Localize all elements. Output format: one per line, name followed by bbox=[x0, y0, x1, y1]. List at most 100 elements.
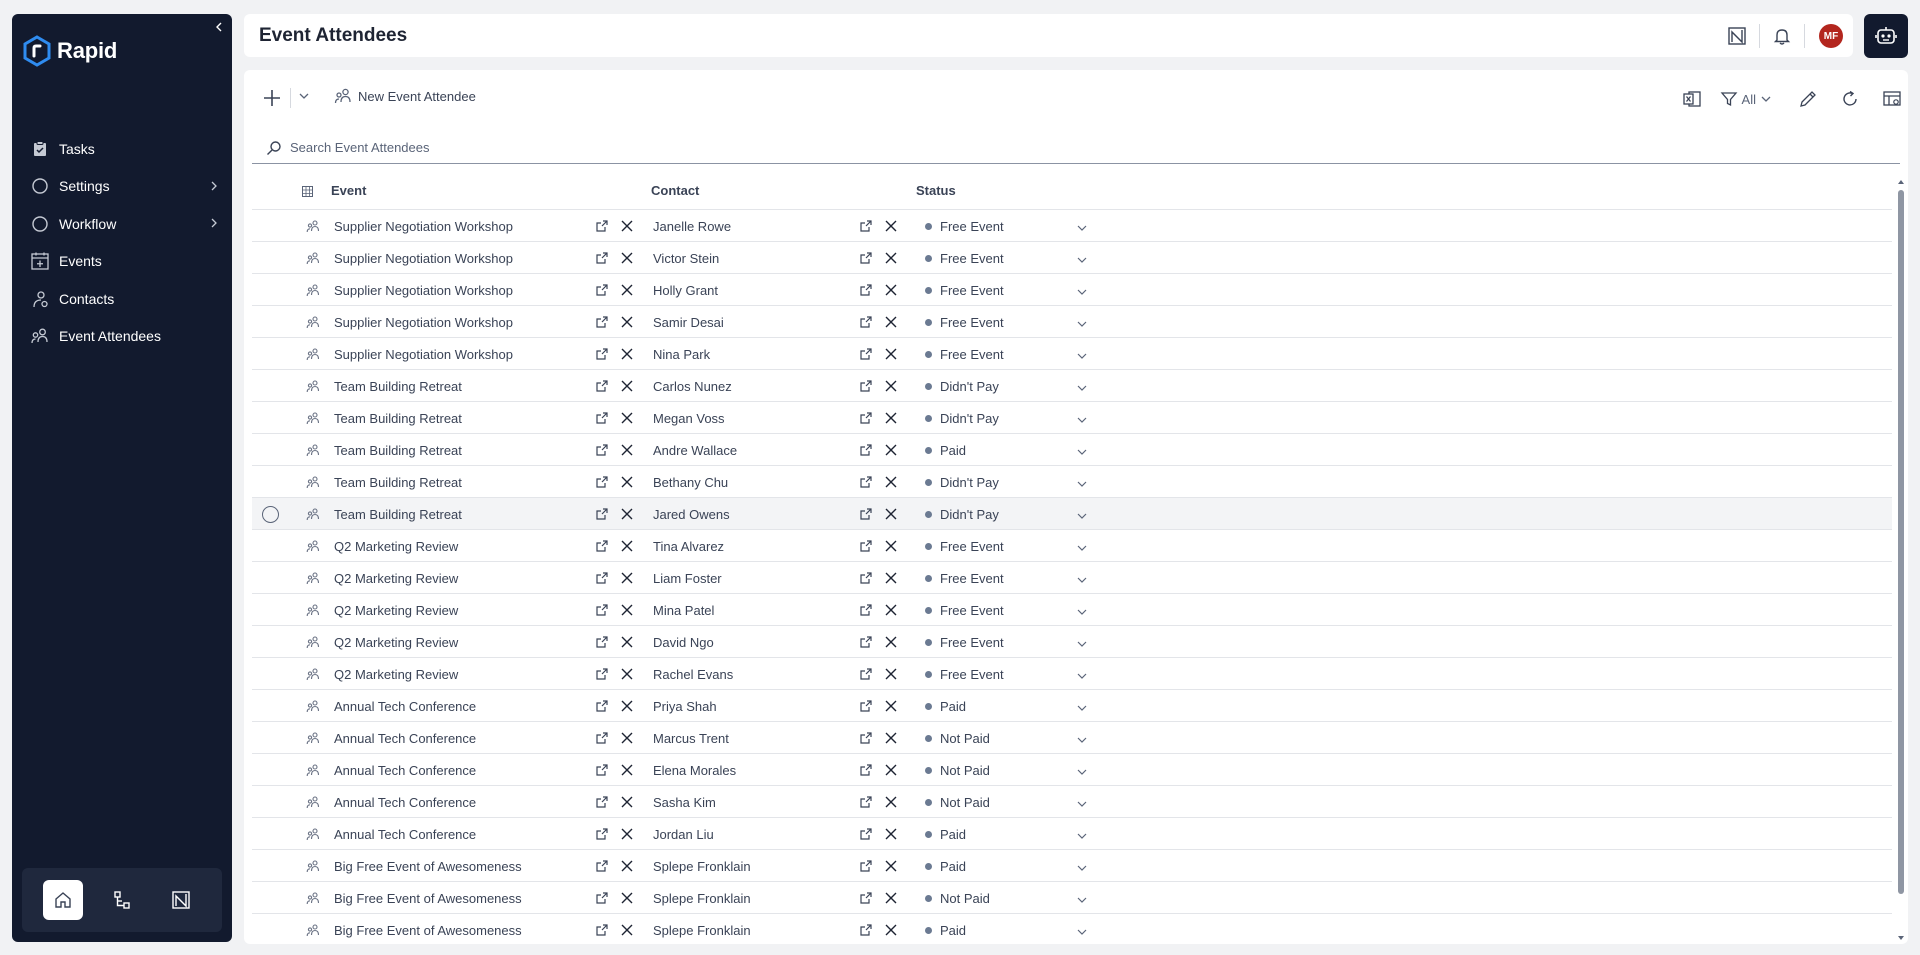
open-contact-icon[interactable] bbox=[858, 410, 874, 426]
open-contact-icon[interactable] bbox=[858, 858, 874, 874]
contact-link[interactable]: Splepe Fronklain bbox=[653, 891, 751, 906]
sidebar-item-tasks[interactable]: Tasks bbox=[12, 130, 232, 168]
clear-contact-icon[interactable] bbox=[883, 314, 899, 330]
table-row[interactable]: Annual Tech Conference Sasha Kim Not Paid bbox=[252, 786, 1892, 818]
clear-event-icon[interactable] bbox=[619, 698, 635, 714]
table-row[interactable]: Team Building Retreat Bethany Chu Didn't P… bbox=[252, 466, 1892, 498]
clear-contact-icon[interactable] bbox=[883, 282, 899, 298]
open-event-icon[interactable] bbox=[594, 858, 610, 874]
open-contact-icon[interactable] bbox=[858, 666, 874, 682]
clear-contact-icon[interactable] bbox=[883, 890, 899, 906]
clear-event-icon[interactable] bbox=[619, 602, 635, 618]
clear-event-icon[interactable] bbox=[619, 890, 635, 906]
clear-event-icon[interactable] bbox=[619, 794, 635, 810]
table-row[interactable]: Supplier Negotiation Workshop Victor Stei… bbox=[252, 242, 1892, 274]
clear-event-icon[interactable] bbox=[619, 282, 635, 298]
open-contact-icon[interactable] bbox=[858, 890, 874, 906]
open-event-icon[interactable] bbox=[594, 378, 610, 394]
clear-contact-icon[interactable] bbox=[883, 826, 899, 842]
open-event-icon[interactable] bbox=[594, 922, 610, 938]
open-contact-icon[interactable] bbox=[858, 602, 874, 618]
clear-event-icon[interactable] bbox=[619, 570, 635, 586]
clear-contact-icon[interactable] bbox=[883, 506, 899, 522]
open-event-icon[interactable] bbox=[594, 314, 610, 330]
table-row[interactable]: Supplier Negotiation Workshop Janelle Row… bbox=[252, 210, 1892, 242]
contact-link[interactable]: Andre Wallace bbox=[653, 443, 737, 458]
clear-contact-icon[interactable] bbox=[883, 250, 899, 266]
clear-event-icon[interactable] bbox=[619, 410, 635, 426]
app-logo[interactable]: Rapid bbox=[22, 35, 117, 67]
status-select[interactable]: Paid bbox=[922, 824, 1092, 844]
event-link[interactable]: Annual Tech Conference bbox=[334, 699, 476, 714]
filter-dropdown[interactable]: All bbox=[1720, 85, 1772, 113]
column-header-contact[interactable]: Contact bbox=[651, 183, 699, 198]
open-event-icon[interactable] bbox=[594, 346, 610, 362]
status-select[interactable]: Free Event bbox=[922, 664, 1092, 684]
contact-link[interactable]: Marcus Trent bbox=[653, 731, 729, 746]
avatar[interactable]: MF bbox=[1819, 24, 1843, 48]
clear-contact-icon[interactable] bbox=[883, 570, 899, 586]
workflow-button[interactable] bbox=[102, 880, 142, 920]
analytics-link[interactable] bbox=[1723, 22, 1751, 50]
export-excel-button[interactable] bbox=[1678, 85, 1706, 113]
status-select[interactable]: Paid bbox=[922, 440, 1092, 460]
contact-link[interactable]: Holly Grant bbox=[653, 283, 718, 298]
clear-event-icon[interactable] bbox=[619, 346, 635, 362]
open-event-icon[interactable] bbox=[594, 218, 610, 234]
status-select[interactable]: Not Paid bbox=[922, 760, 1092, 780]
clear-event-icon[interactable] bbox=[619, 730, 635, 746]
contact-link[interactable]: Megan Voss bbox=[653, 411, 725, 426]
table-row[interactable]: Annual Tech Conference Marcus Trent Not Pa… bbox=[252, 722, 1892, 754]
open-contact-icon[interactable] bbox=[858, 250, 874, 266]
clear-event-icon[interactable] bbox=[619, 314, 635, 330]
event-link[interactable]: Big Free Event of Awesomeness bbox=[334, 891, 522, 906]
open-event-icon[interactable] bbox=[594, 442, 610, 458]
refresh-button[interactable] bbox=[1836, 85, 1864, 113]
clear-event-icon[interactable] bbox=[619, 506, 635, 522]
status-select[interactable]: Free Event bbox=[922, 632, 1092, 652]
status-select[interactable]: Didn't Pay bbox=[922, 408, 1092, 428]
open-event-icon[interactable] bbox=[594, 730, 610, 746]
contact-link[interactable]: Elena Morales bbox=[653, 763, 736, 778]
event-link[interactable]: Annual Tech Conference bbox=[334, 731, 476, 746]
open-event-icon[interactable] bbox=[594, 762, 610, 778]
clear-event-icon[interactable] bbox=[619, 634, 635, 650]
event-link[interactable]: Annual Tech Conference bbox=[334, 827, 476, 842]
table-row[interactable]: Team Building Retreat Megan Voss Didn't Pa… bbox=[252, 402, 1892, 434]
status-select[interactable]: Not Paid bbox=[922, 888, 1092, 908]
status-select[interactable]: Free Event bbox=[922, 344, 1092, 364]
table-settings-button[interactable] bbox=[1878, 85, 1906, 113]
contact-link[interactable]: Splepe Fronklain bbox=[653, 923, 751, 938]
status-select[interactable]: Didn't Pay bbox=[922, 504, 1092, 524]
open-contact-icon[interactable] bbox=[858, 442, 874, 458]
add-dropdown-button[interactable] bbox=[298, 90, 310, 102]
event-link[interactable]: Team Building Retreat bbox=[334, 475, 462, 490]
clear-contact-icon[interactable] bbox=[883, 346, 899, 362]
status-select[interactable]: Free Event bbox=[922, 216, 1092, 236]
contact-link[interactable]: David Ngo bbox=[653, 635, 714, 650]
event-link[interactable]: Annual Tech Conference bbox=[334, 795, 476, 810]
notifications-button[interactable] bbox=[1768, 22, 1796, 50]
event-link[interactable]: Team Building Retreat bbox=[334, 379, 462, 394]
sidebar-item-contacts[interactable]: Contacts bbox=[12, 280, 232, 318]
clear-event-icon[interactable] bbox=[619, 442, 635, 458]
clear-contact-icon[interactable] bbox=[883, 538, 899, 554]
status-select[interactable]: Didn't Pay bbox=[922, 472, 1092, 492]
open-contact-icon[interactable] bbox=[858, 634, 874, 650]
open-event-icon[interactable] bbox=[594, 410, 610, 426]
clear-contact-icon[interactable] bbox=[883, 858, 899, 874]
open-event-icon[interactable] bbox=[594, 538, 610, 554]
contact-link[interactable]: Victor Stein bbox=[653, 251, 719, 266]
contact-link[interactable]: Jordan Liu bbox=[653, 827, 714, 842]
home-button[interactable] bbox=[43, 880, 84, 920]
scroll-down-icon[interactable] bbox=[1897, 934, 1905, 942]
table-row[interactable]: Q2 Marketing Review Liam Foster Free Event bbox=[252, 562, 1892, 594]
clear-contact-icon[interactable] bbox=[883, 218, 899, 234]
open-event-icon[interactable] bbox=[594, 282, 610, 298]
clear-event-icon[interactable] bbox=[619, 538, 635, 554]
table-row[interactable]: Big Free Event of Awesomeness Splepe Fron… bbox=[252, 914, 1892, 944]
contact-link[interactable]: Nina Park bbox=[653, 347, 710, 362]
contact-link[interactable]: Tina Alvarez bbox=[653, 539, 724, 554]
clear-contact-icon[interactable] bbox=[883, 794, 899, 810]
status-select[interactable]: Paid bbox=[922, 920, 1092, 940]
